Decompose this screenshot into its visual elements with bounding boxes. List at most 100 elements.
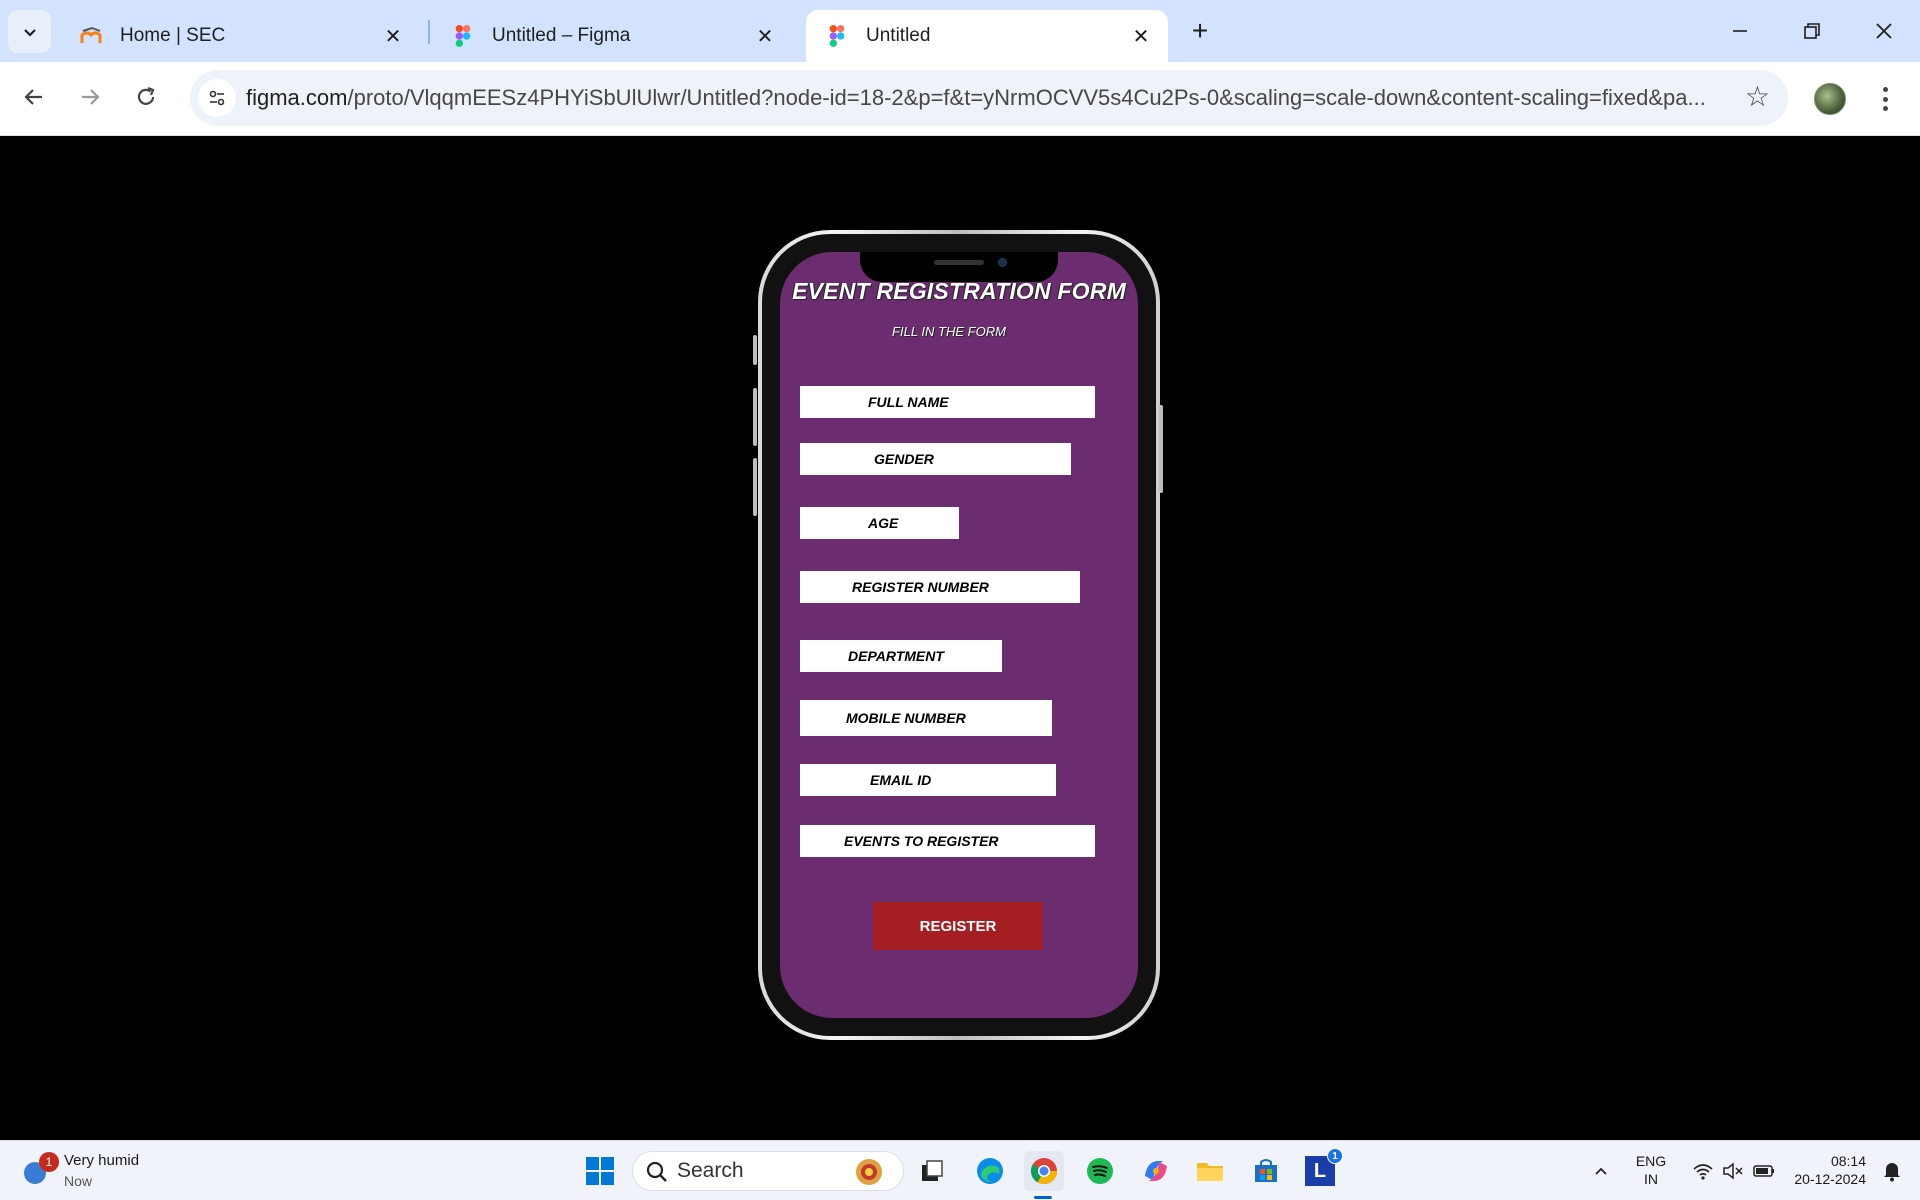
l-app-button[interactable]: L 1 [1300,1148,1343,1191]
form-subtitle: FILL IN THE FORM [780,324,1138,339]
close-window-button[interactable] [1852,8,1916,54]
phone-side-button [753,335,757,365]
windows-logo-icon [586,1157,614,1185]
language-indicator[interactable]: ENG IN [1628,1152,1674,1188]
field-label: MOBILE NUMBER [846,710,966,726]
full-name-field[interactable]: FULL NAME [800,386,1095,418]
form-title: EVENT REGISTRATION FORM [792,278,1126,304]
phone-frame: EVENT REGISTRATION FORM FILL IN THE FORM… [753,230,1163,1040]
battery-icon [1753,1165,1774,1177]
region-code: IN [1644,1171,1658,1187]
tab-untitled[interactable]: Untitled ✕ [806,10,1168,62]
chrome-icon [1030,1158,1058,1185]
form-subtitle-text: FILL IN THE FORM [892,324,1006,339]
events-to-register-field[interactable]: EVENTS TO REGISTER [800,825,1095,857]
browser-toolbar: figma.com/proto/VlqqmEESz4PHYiSbUlUlwr/U… [0,62,1920,136]
clock[interactable]: 08:14 20-12-2024 [1784,1152,1866,1188]
network-volume-battery[interactable] [1682,1151,1786,1191]
tab-title: Home | SEC [120,25,226,46]
phone-screen: EVENT REGISTRATION FORM FILL IN THE FORM… [780,252,1138,1018]
restore-button[interactable] [1780,8,1844,54]
wifi-icon [1693,1164,1713,1180]
notifications-button[interactable] [1872,1151,1912,1191]
copilot-button[interactable] [1136,1151,1176,1191]
microsoft-store-button[interactable] [1246,1151,1286,1191]
tab-search-button[interactable] [8,10,51,53]
site-settings-icon[interactable] [198,79,236,117]
email-id-field[interactable]: EMAIL ID [800,764,1056,796]
register-button[interactable]: REGISTER [873,902,1043,950]
store-icon [1255,1159,1277,1182]
field-label: EMAIL ID [870,772,932,788]
back-button[interactable] [14,77,54,117]
tab-strip: Home | SEC ✕ Untitled – Figma ✕ Untitled… [0,0,1920,62]
minimize-icon [1733,30,1747,32]
l-app-icon: L 1 [1305,1148,1343,1186]
department-field[interactable]: DEPARTMENT [800,640,1002,672]
arrow-left-icon [24,89,42,105]
tab-title: Untitled – Figma [492,25,631,46]
field-label: REGISTER NUMBER [852,579,989,595]
address-bar[interactable]: figma.com/proto/VlqqmEESz4PHYiSbUlUlwr/U… [190,70,1788,126]
field-label: FULL NAME [868,394,949,410]
weather-condition: Very humid [64,1152,140,1169]
edge-button[interactable] [970,1151,1010,1191]
new-tab-button[interactable]: + [1183,14,1217,48]
tab-separator [428,20,430,44]
copilot-icon [1145,1161,1167,1181]
close-icon[interactable]: ✕ [1126,21,1156,51]
task-view-button[interactable] [912,1151,952,1191]
reload-button[interactable] [126,77,166,117]
figma-prototype-viewport: EVENT REGISTRATION FORM FILL IN THE FORM… [0,137,1920,1140]
figma-icon [826,25,848,47]
url-path: /proto/VlqqmEESz4PHYiSbUlUlwr/Untitled?n… [347,85,1706,110]
close-icon[interactable]: ✕ [378,21,408,51]
field-label: DEPARTMENT [848,648,944,664]
register-number-field[interactable]: REGISTER NUMBER [800,571,1080,603]
tab-home-sec[interactable]: Home | SEC ✕ [60,10,420,62]
task-view-icon [922,1160,943,1181]
profile-avatar[interactable] [1814,83,1846,115]
arrow-right-icon [82,89,100,105]
mobile-number-field[interactable]: MOBILE NUMBER [800,700,1052,736]
phone-side-button [753,458,757,516]
weather-widget[interactable]: 1 Very humid Now [22,1151,139,1191]
camera-icon [998,258,1007,267]
close-icon [1876,23,1892,39]
show-hidden-icons-button[interactable] [1582,1151,1620,1191]
phone-side-button [753,388,757,446]
browser-menu-icon[interactable] [1870,82,1900,116]
volume-muted-icon [1723,1162,1743,1180]
restore-icon [1804,23,1820,39]
clock-time: 08:14 [1830,1153,1866,1169]
speaker-grille [934,260,984,265]
file-explorer-button[interactable] [1190,1151,1230,1191]
chevron-down-icon [23,28,36,37]
forward-button[interactable] [70,77,110,117]
bell-icon [1884,1163,1900,1182]
spotify-icon [1087,1158,1113,1184]
taskbar-search[interactable]: Search [632,1151,904,1191]
url-text[interactable]: figma.com/proto/VlqqmEESz4PHYiSbUlUlwr/U… [246,85,1706,111]
start-button[interactable] [580,1151,620,1191]
age-field[interactable]: AGE [800,507,959,539]
active-app-indicator [1034,1196,1052,1199]
language-code: ENG [1635,1153,1667,1169]
tab-untitled-figma[interactable]: Untitled – Figma ✕ [432,10,792,62]
bookmark-star-icon[interactable]: ☆ [1745,82,1770,112]
weather-icon: 1 [22,1152,59,1186]
folder-icon [1197,1163,1223,1181]
reload-icon [137,86,155,105]
phone-side-button [1159,405,1163,493]
close-icon[interactable]: ✕ [750,21,780,51]
minimize-button[interactable] [1708,8,1772,54]
field-label: EVENTS TO REGISTER [844,833,999,849]
spotify-button[interactable] [1080,1151,1120,1191]
tab-title: Untitled [866,25,931,46]
field-label: GENDER [874,451,934,467]
clock-date: 20-12-2024 [1794,1171,1866,1187]
chrome-button[interactable] [1024,1151,1064,1191]
weather-time: Now [64,1173,93,1189]
gender-field[interactable]: GENDER [800,443,1071,475]
edge-icon [977,1158,1003,1184]
